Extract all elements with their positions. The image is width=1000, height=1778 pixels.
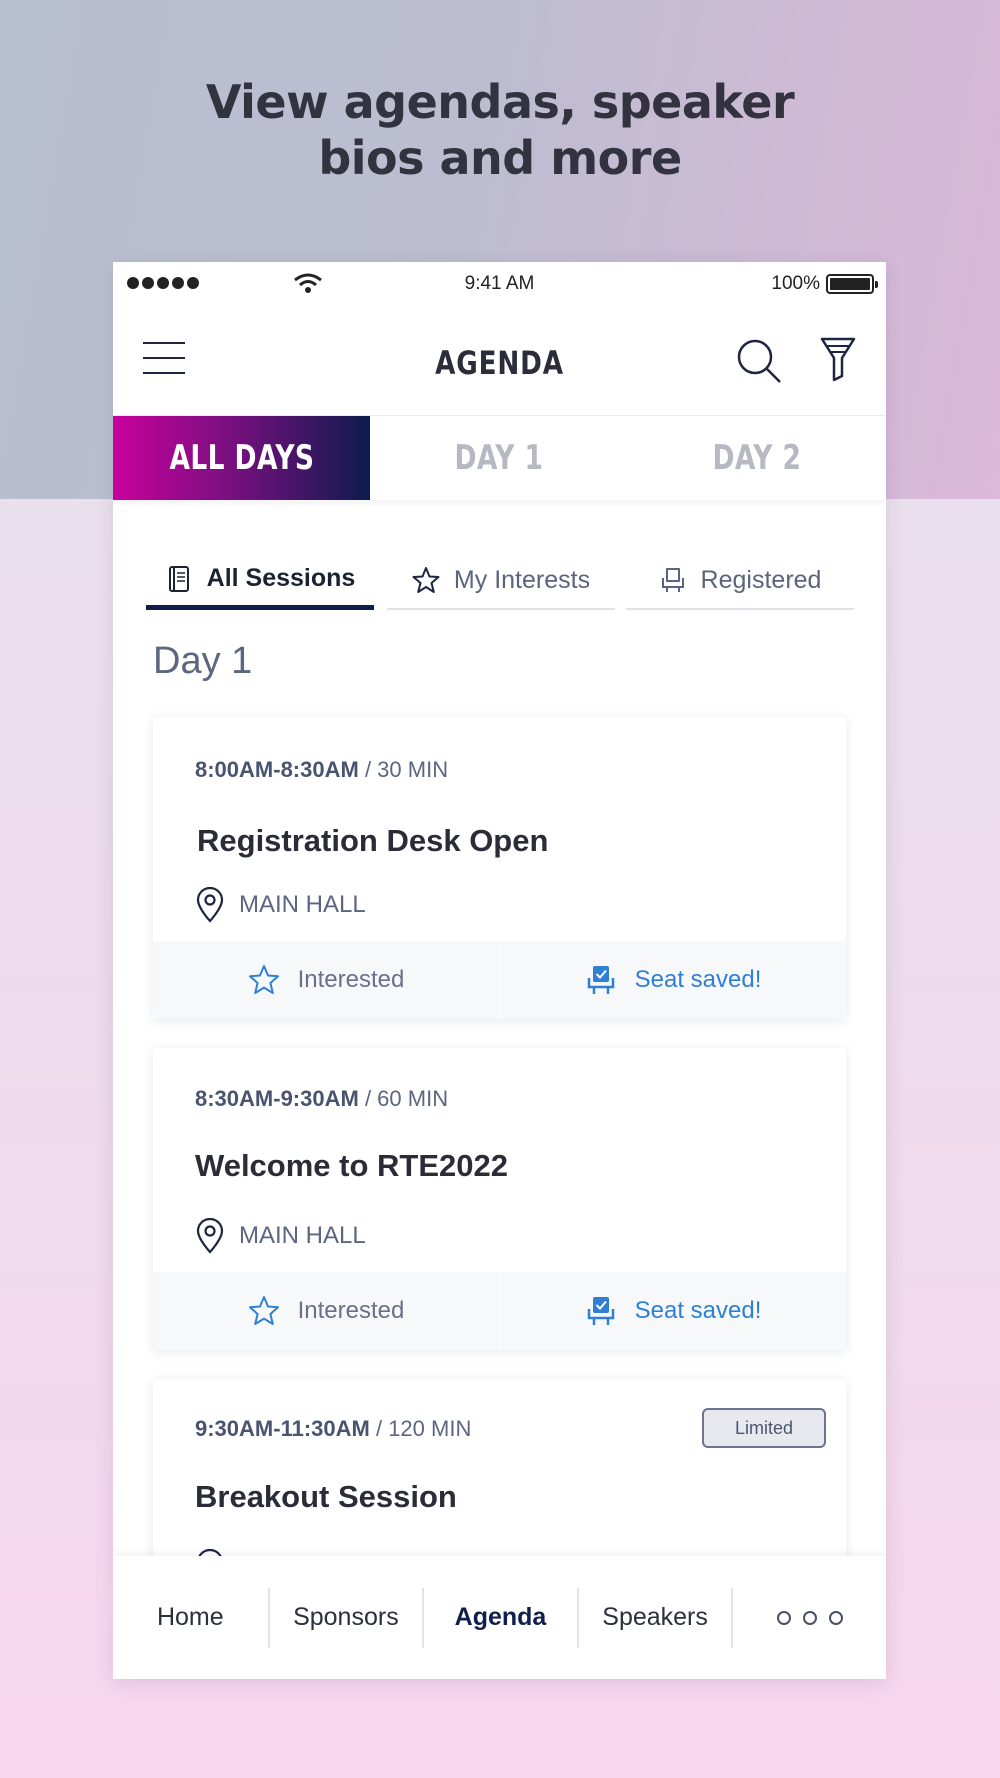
seat-icon xyxy=(661,568,684,592)
interested-button[interactable]: Interested xyxy=(153,941,499,1019)
book-icon xyxy=(168,565,189,592)
star-icon xyxy=(412,567,440,593)
session-time: 9:30AM-11:30AM / 120 MIN xyxy=(195,1416,472,1441)
session-location: MAIN HALL xyxy=(195,887,366,923)
tab-day-1[interactable]: DAY 1 xyxy=(370,416,628,500)
status-bar: 9:41 AM 100% xyxy=(113,262,886,304)
tab-label: All Sessions xyxy=(206,564,356,592)
limited-badge: Limited xyxy=(702,1408,826,1448)
bottom-navigation: Home Sponsors Agenda Speakers xyxy=(113,1556,886,1679)
session-time: 8:30AM-9:30AM / 60 MIN xyxy=(195,1086,449,1111)
tab-my-interests[interactable]: My Interests xyxy=(387,552,615,610)
interested-button[interactable]: Interested xyxy=(153,1272,499,1350)
phone-screen: 9:41 AM 100% AGENDA ALL DAYS DAY 1 DAY 2 xyxy=(113,262,886,1679)
battery-percent: 100% xyxy=(771,273,820,294)
headline-line-1: View agendas, speaker xyxy=(205,75,795,129)
headline-line-2: bios and more xyxy=(318,131,682,185)
search-icon[interactable] xyxy=(736,338,782,384)
tab-label: Registered xyxy=(700,565,822,594)
day-tabs: ALL DAYS DAY 1 DAY 2 xyxy=(113,416,886,500)
session-title: Welcome to RTE2022 xyxy=(195,1148,508,1183)
location-pin-icon xyxy=(196,1218,224,1254)
session-location: MAIN HALL xyxy=(195,1218,366,1254)
tab-registered[interactable]: Registered xyxy=(626,552,854,610)
seat-saved-button[interactable]: Seat saved! xyxy=(499,1272,846,1350)
session-card[interactable]: 8:00AM-8:30AM / 30 MIN Registration Desk… xyxy=(153,717,846,1019)
nav-more[interactable] xyxy=(731,1587,886,1648)
app-header: AGENDA xyxy=(113,304,886,416)
tab-day-2[interactable]: DAY 2 xyxy=(628,416,886,500)
filter-funnel-icon[interactable] xyxy=(820,336,856,382)
session-actions: Interested Seat saved! xyxy=(153,1272,846,1350)
seat-saved-icon xyxy=(587,966,614,994)
tab-all-sessions[interactable]: All Sessions xyxy=(146,552,374,610)
nav-speakers[interactable]: Speakers xyxy=(576,1587,732,1648)
location-pin-icon xyxy=(196,887,224,923)
status-time: 9:41 AM xyxy=(464,273,535,294)
session-time: 8:00AM-8:30AM / 30 MIN xyxy=(195,757,449,782)
hamburger-menu-icon[interactable] xyxy=(143,342,185,374)
seat-saved-icon xyxy=(587,1297,614,1325)
nav-agenda[interactable]: Agenda xyxy=(422,1587,577,1648)
tab-all-days[interactable]: ALL DAYS xyxy=(113,416,370,500)
promo-headline: View agendas, speaker bios and more xyxy=(0,74,1000,186)
section-day-heading: Day 1 xyxy=(153,640,253,682)
nav-sponsors[interactable]: Sponsors xyxy=(267,1587,423,1648)
session-actions: Interested Seat saved! xyxy=(153,941,846,1019)
more-dots-icon xyxy=(776,1610,843,1625)
star-icon xyxy=(248,1296,279,1325)
seat-saved-button[interactable]: Seat saved! xyxy=(499,941,846,1019)
session-title: Registration Desk Open xyxy=(197,823,549,858)
session-card[interactable]: 8:30AM-9:30AM / 60 MIN Welcome to RTE202… xyxy=(153,1048,846,1350)
session-title: Breakout Session xyxy=(195,1479,457,1514)
star-icon xyxy=(248,965,279,994)
nav-home[interactable]: Home xyxy=(113,1588,268,1648)
session-filter-tabs: All Sessions My Interests Registered xyxy=(146,552,854,610)
tab-label: My Interests xyxy=(453,565,591,594)
battery-icon xyxy=(826,274,878,294)
page-title: AGENDA xyxy=(435,344,564,382)
